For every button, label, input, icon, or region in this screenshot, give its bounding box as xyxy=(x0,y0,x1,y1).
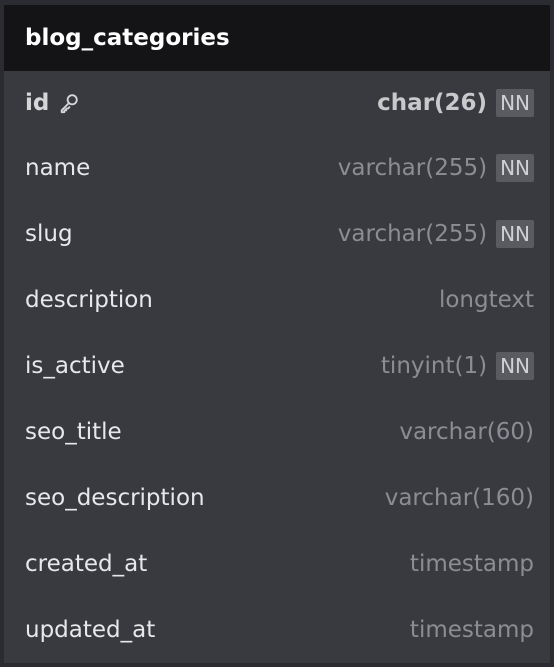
not-null-badge: NN xyxy=(496,154,534,182)
column-type: char(26) xyxy=(377,90,488,116)
table-row-slug[interactable]: slug varchar(255) NN xyxy=(4,201,550,267)
column-type: varchar(160) xyxy=(384,485,534,511)
table-row-description[interactable]: description longtext xyxy=(4,267,550,333)
not-null-badge: NN xyxy=(496,89,534,117)
column-name: seo_description xyxy=(25,485,205,511)
table-row-is-active[interactable]: is_active tinyint(1) NN xyxy=(4,333,550,399)
table-card[interactable]: blog_categories id char(26) NN name varc… xyxy=(4,5,550,663)
column-type: varchar(255) xyxy=(337,221,488,247)
column-type: varchar(60) xyxy=(399,419,534,445)
column-name: slug xyxy=(25,221,73,247)
column-type: timestamp xyxy=(409,551,534,577)
table-row-created-at[interactable]: created_at timestamp xyxy=(4,531,550,597)
column-name: id xyxy=(25,90,50,116)
table-row-updated-at[interactable]: updated_at timestamp xyxy=(4,597,550,663)
table-row-seo-description[interactable]: seo_description varchar(160) xyxy=(4,465,550,531)
column-name: created_at xyxy=(25,551,148,577)
column-name: description xyxy=(25,287,153,313)
table-title: blog_categories xyxy=(4,5,550,71)
column-name: seo_title xyxy=(25,419,122,445)
key-icon xyxy=(61,94,79,114)
column-type: longtext xyxy=(438,287,534,313)
column-name: name xyxy=(25,155,91,181)
column-name: updated_at xyxy=(25,617,156,643)
column-type: varchar(255) xyxy=(337,155,488,181)
table-row-id[interactable]: id char(26) NN xyxy=(4,71,550,135)
column-name: is_active xyxy=(25,353,125,379)
not-null-badge: NN xyxy=(496,352,534,380)
table-row-name[interactable]: name varchar(255) NN xyxy=(4,135,550,201)
table-row-seo-title[interactable]: seo_title varchar(60) xyxy=(4,399,550,465)
not-null-badge: NN xyxy=(496,220,534,248)
column-type: tinyint(1) xyxy=(380,353,488,379)
column-type: timestamp xyxy=(409,617,534,643)
